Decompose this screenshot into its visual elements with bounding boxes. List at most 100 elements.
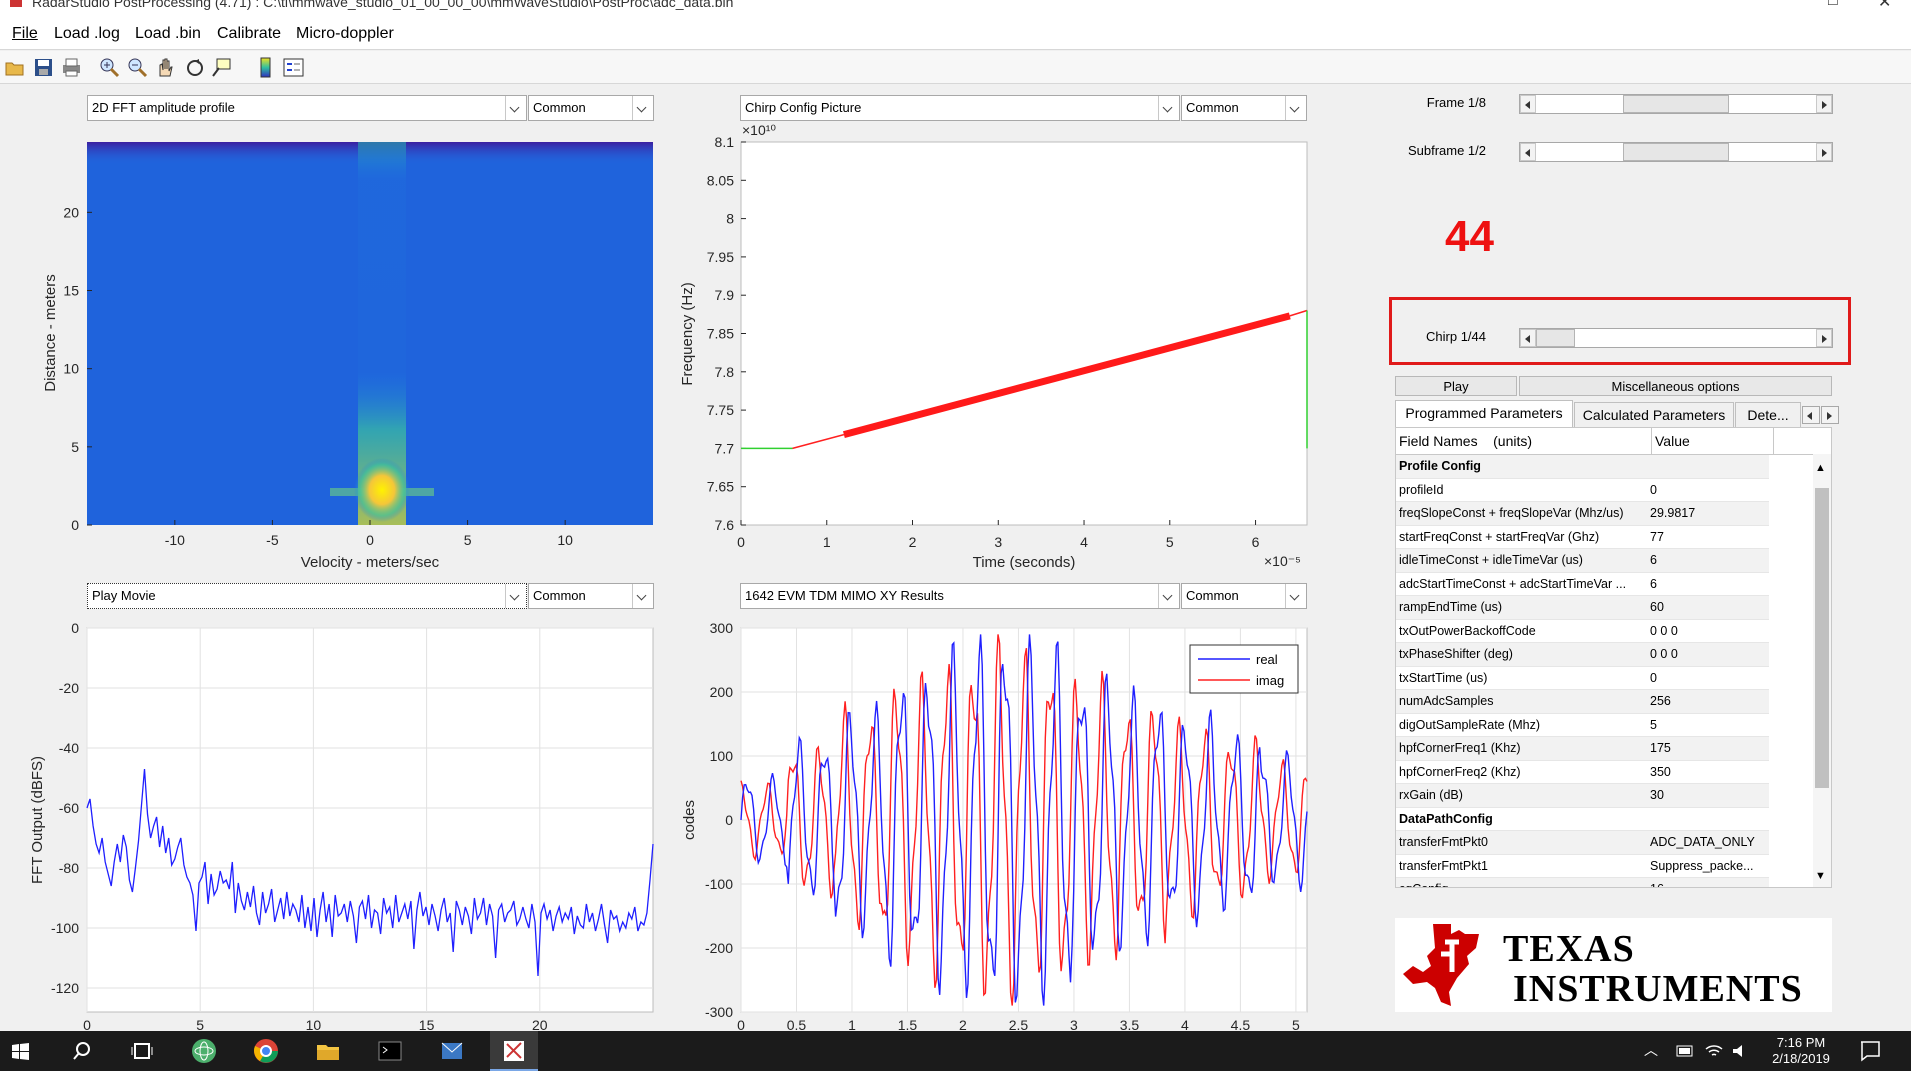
tab-calculated-parameters[interactable]: Calculated Parameters xyxy=(1574,402,1734,427)
table-row[interactable]: txPhaseShifter (deg) 0 0 0 xyxy=(1396,642,1769,667)
tab-scroll-left-icon[interactable] xyxy=(1802,406,1820,424)
file-explorer-icon[interactable] xyxy=(314,1037,342,1065)
table-row[interactable]: idleTimeConst + idleTimeVar (us) 6 xyxy=(1396,548,1769,573)
tab-detections[interactable]: Dete... xyxy=(1735,402,1801,427)
bl-mode-select[interactable]: Common xyxy=(528,583,654,609)
tab-scroll-right-icon[interactable] xyxy=(1821,406,1839,424)
table-row[interactable]: txStartTime (us) 0 xyxy=(1396,666,1769,690)
mail-app-icon[interactable] xyxy=(438,1037,466,1065)
zoom-out-icon[interactable] xyxy=(126,56,149,79)
chirp-slider[interactable] xyxy=(1519,328,1833,348)
tl-mode-select[interactable]: Common xyxy=(528,95,654,121)
x-tick-label: 0 xyxy=(366,532,374,548)
zoom-in-icon[interactable] xyxy=(98,56,121,79)
data-cursor-icon[interactable] xyxy=(210,56,233,79)
windows-start-icon[interactable] xyxy=(6,1037,34,1065)
table-row[interactable]: transferFmtPkt0 ADC_DATA_ONLY xyxy=(1396,830,1769,855)
table-row[interactable]: hpfCornerFreq2 (Khz) 350 xyxy=(1396,760,1769,784)
field-name-cell: numAdcSamples xyxy=(1396,689,1647,714)
menu-file[interactable]: File xyxy=(12,25,38,43)
table-section-row[interactable]: Profile Config xyxy=(1396,455,1769,479)
table-row[interactable]: cqConfig16 xyxy=(1396,877,1769,887)
table-section-row[interactable]: DataPathConfig xyxy=(1396,807,1769,831)
open-icon[interactable] xyxy=(4,56,27,79)
scroll-up-icon[interactable]: ▲ xyxy=(1815,462,1826,474)
menu-load-log[interactable]: Load .log xyxy=(54,25,120,43)
pan-icon[interactable] xyxy=(154,56,177,79)
close-icon[interactable]: ✕ xyxy=(1878,0,1891,12)
br-mode-select[interactable]: Common xyxy=(1181,583,1307,609)
table-row[interactable]: freqSlopeConst + freqSlopeVar (Mhz/us) 29… xyxy=(1396,501,1769,526)
x-tick-label: 10 xyxy=(557,532,573,548)
slider-thumb[interactable] xyxy=(1623,95,1729,113)
range-fft-chart[interactable]: 0 -20 -40 -60 -80 -100 -120 0 5 10 15 20 FFT Outpu… xyxy=(0,612,680,1032)
radarstudio-app-icon[interactable] xyxy=(500,1037,528,1065)
table-row[interactable]: hpfCornerFreq1 (Khz) 175 xyxy=(1396,736,1769,761)
colorbar-icon[interactable] xyxy=(254,56,277,79)
field-value-cell: ADC_DATA_ONLY xyxy=(1647,830,1769,855)
x-tick-label: 3.5 xyxy=(1120,1017,1140,1032)
play-button[interactable]: Play xyxy=(1395,376,1517,396)
table-row[interactable]: txOutPowerBackoffCode 0 0 0 xyxy=(1396,619,1769,643)
field-name-cell: txPhaseShifter (deg) xyxy=(1396,642,1647,667)
volume-icon[interactable] xyxy=(1730,1041,1750,1061)
table-row[interactable]: profileId 0 xyxy=(1396,478,1769,502)
clock[interactable]: 7:16 PM 2/18/2019 xyxy=(1756,1035,1846,1067)
frame-slider[interactable] xyxy=(1519,94,1833,114)
parameter-table[interactable]: Field Names (units) Value Profile Config… xyxy=(1395,427,1832,888)
br-plot-select[interactable]: 1642 EVM TDM MIMO XY Results xyxy=(740,583,1180,609)
rotate-icon[interactable] xyxy=(184,56,207,79)
battery-icon[interactable] xyxy=(1676,1043,1696,1059)
print-icon[interactable] xyxy=(60,56,83,79)
maximize-icon[interactable]: □ xyxy=(1828,0,1838,10)
search-icon[interactable] xyxy=(68,1037,96,1065)
subframe-slider[interactable] xyxy=(1519,142,1833,162)
tr-mode-select[interactable]: Common xyxy=(1181,95,1307,121)
slider-left-arrow-icon[interactable] xyxy=(1520,143,1536,161)
table-row[interactable]: numAdcSamples 256 xyxy=(1396,689,1769,714)
task-view-icon[interactable] xyxy=(128,1037,156,1065)
field-value-cell: 0 0 0 xyxy=(1647,642,1769,667)
plot-area xyxy=(86,627,654,1013)
menu-calibrate[interactable]: Calibrate xyxy=(217,25,281,43)
bl-plot-select[interactable]: Play Movie xyxy=(87,583,527,609)
chrome-icon[interactable] xyxy=(252,1037,280,1065)
slider-right-arrow-icon[interactable] xyxy=(1816,143,1832,161)
tab-programmed-parameters[interactable]: Programmed Parameters xyxy=(1395,400,1573,427)
tr-plot-select[interactable]: Chirp Config Picture xyxy=(740,95,1180,121)
table-row[interactable]: rxGain (dB) 30 xyxy=(1396,783,1769,808)
x-tick-label: -5 xyxy=(266,532,279,548)
terminal-icon[interactable] xyxy=(376,1037,404,1065)
chirp-config-chart[interactable]: 7.6 7.65 7.7 7.75 7.8 7.85 7.9 7.95 8 8.05 8.1 0 1 2… xyxy=(660,120,1320,580)
slider-right-arrow-icon[interactable] xyxy=(1816,95,1832,113)
table-row[interactable]: digOutSampleRate (Mhz) 5 xyxy=(1396,713,1769,737)
wifi-icon[interactable] xyxy=(1704,1041,1724,1061)
tl-plot-select[interactable]: 2D FFT amplitude profile xyxy=(87,95,527,121)
slider-right-arrow-icon[interactable] xyxy=(1816,329,1832,347)
menu-micro-doppler[interactable]: Micro-doppler xyxy=(296,25,394,43)
notifications-icon[interactable] xyxy=(1858,1039,1882,1063)
atom-app-icon[interactable] xyxy=(190,1037,218,1065)
chevron-down-icon xyxy=(632,96,653,120)
table-row[interactable]: startFreqConst + startFreqVar (Ghz) 77 xyxy=(1396,525,1769,549)
slider-left-arrow-icon[interactable] xyxy=(1520,329,1536,347)
menu-load-bin[interactable]: Load .bin xyxy=(135,25,201,43)
table-row[interactable]: adcStartTimeConst + adcStartTimeVar ... 6 xyxy=(1396,572,1769,596)
field-name-cell: DataPathConfig xyxy=(1396,807,1647,831)
misc-options-button[interactable]: Miscellaneous options xyxy=(1519,376,1832,396)
scroll-thumb[interactable] xyxy=(1815,488,1829,788)
slider-thumb[interactable] xyxy=(1623,143,1729,161)
heatmap-chart[interactable]: 0 5 10 15 20 -10 -5 0 5 10 Velocity - meters/sec… xyxy=(0,128,680,580)
table-row[interactable]: rampEndTime (us) 60 xyxy=(1396,595,1769,620)
adc-data-chart[interactable]: 300 200 100 0 -100 -200 -300 0 0.5 1 1.5 2 2.5 3 3.5 4… xyxy=(660,612,1320,1032)
scroll-down-icon[interactable]: ▼ xyxy=(1815,870,1826,882)
tray-expand-icon[interactable]: ︿ xyxy=(1644,1040,1658,1060)
slider-thumb[interactable] xyxy=(1536,329,1575,347)
table-row[interactable]: transferFmtPkt1 Suppress_packe... xyxy=(1396,854,1769,878)
table-scrollbar[interactable]: ▲ ▼ xyxy=(1813,454,1831,887)
field-name-cell: Profile Config xyxy=(1396,455,1647,479)
slider-left-arrow-icon[interactable] xyxy=(1520,95,1536,113)
legend-icon[interactable] xyxy=(282,56,305,79)
save-icon[interactable] xyxy=(32,56,55,79)
field-value-cell: 0 0 0 xyxy=(1647,619,1769,643)
